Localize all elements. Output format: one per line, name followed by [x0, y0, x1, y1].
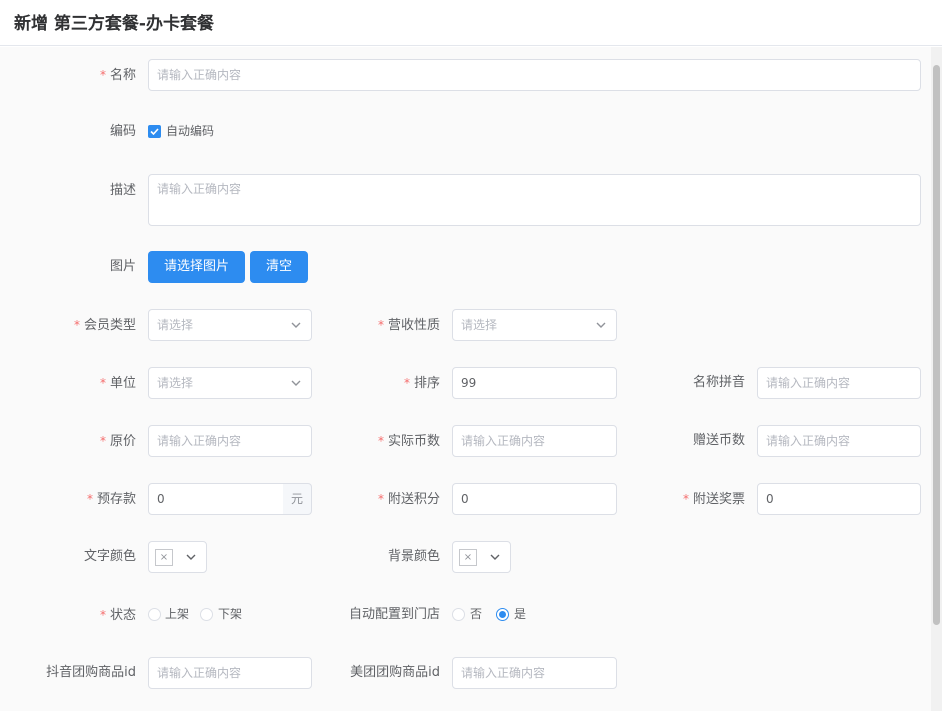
auto-config-label: 自动配置到门店 — [348, 607, 440, 622]
douyin-id-input[interactable] — [148, 657, 312, 689]
required-asterisk: * — [86, 492, 93, 506]
original-price-input[interactable] — [148, 425, 312, 457]
bonus-coins-input[interactable] — [757, 425, 921, 457]
required-asterisk: * — [99, 68, 106, 82]
required-asterisk: * — [377, 318, 384, 332]
name-input[interactable] — [148, 59, 921, 91]
auto-config-radio-yes[interactable] — [496, 608, 509, 621]
code-label: 编码 — [109, 124, 136, 139]
revenue-nature-placeholder: 请选择 — [461, 318, 498, 332]
status-option-on-shelf[interactable]: 上架 — [165, 607, 189, 621]
dialog-header: 新增 第三方套餐-办卡套餐 — [0, 0, 942, 46]
bonus-tickets-input[interactable] — [757, 483, 921, 515]
meituan-id-input[interactable] — [452, 657, 617, 689]
member-type-placeholder: 请选择 — [157, 318, 194, 332]
sort-input[interactable] — [452, 367, 617, 399]
bonus-points-input[interactable] — [452, 483, 617, 515]
bonus-coins-label: 赠送币数 — [692, 433, 745, 448]
text-color-label: 文字颜色 — [83, 549, 136, 564]
auto-code-label[interactable]: 自动编码 — [166, 124, 214, 138]
scrollbar-thumb[interactable] — [933, 65, 940, 625]
unit-select[interactable]: 请选择 — [148, 367, 312, 399]
status-radio-on-shelf[interactable] — [148, 608, 161, 621]
auto-config-option-yes[interactable]: 是 — [514, 607, 526, 621]
check-icon — [150, 128, 159, 136]
vertical-scrollbar[interactable] — [931, 47, 942, 711]
revenue-nature-select[interactable]: 请选择 — [452, 309, 617, 341]
required-asterisk: * — [99, 376, 106, 390]
required-asterisk: * — [377, 434, 384, 448]
description-label: 描述 — [109, 183, 136, 198]
unit-label: * 单位 — [99, 376, 136, 391]
clear-image-button[interactable]: 清空 — [250, 251, 308, 283]
required-asterisk: * — [73, 318, 80, 332]
sort-label: * 排序 — [403, 376, 440, 391]
chevron-down-icon — [490, 554, 500, 560]
actual-coins-input[interactable] — [452, 425, 617, 457]
required-asterisk: * — [99, 608, 106, 622]
status-option-off-shelf[interactable]: 下架 — [218, 607, 242, 621]
name-label: * 名称 — [99, 68, 136, 83]
auto-config-option-no[interactable]: 否 — [470, 607, 482, 621]
form-body: *名称 编码 自动编码 描述 图片 请选择图片 清空 *会员类型 请选择 *营收… — [0, 47, 931, 711]
meituan-id-label: 美团团购商品id — [350, 665, 440, 680]
image-label: 图片 — [109, 259, 136, 274]
status-label: * 状态 — [99, 608, 136, 623]
douyin-id-label: 抖音团购商品id — [46, 665, 136, 680]
required-asterisk: * — [99, 434, 106, 448]
chevron-down-icon — [291, 322, 301, 328]
empty-color-swatch: × — [459, 549, 477, 566]
select-image-button[interactable]: 请选择图片 — [148, 251, 245, 283]
original-price-label: * 原价 — [99, 434, 136, 449]
name-pinyin-input[interactable] — [757, 367, 921, 399]
deposit-unit: 元 — [283, 483, 312, 515]
auto-config-radio-no[interactable] — [452, 608, 465, 621]
actual-coins-label: * 实际币数 — [377, 434, 440, 449]
deposit-input[interactable] — [148, 483, 284, 515]
bonus-tickets-label: * 附送奖票 — [682, 492, 745, 507]
required-asterisk: * — [403, 376, 410, 390]
member-type-label: * 会员类型 — [73, 318, 136, 333]
status-radio-off-shelf[interactable] — [200, 608, 213, 621]
required-asterisk: * — [377, 492, 384, 506]
deposit-label: * 预存款 — [86, 492, 136, 507]
chevron-down-icon — [186, 554, 196, 560]
bg-color-label: 背景颜色 — [387, 549, 440, 564]
revenue-nature-label: * 营收性质 — [377, 318, 440, 333]
chevron-down-icon — [596, 322, 606, 328]
empty-color-swatch: × — [155, 549, 173, 566]
bg-color-picker[interactable]: × — [452, 541, 511, 573]
auto-code-checkbox[interactable] — [148, 125, 161, 138]
page-title: 新增 第三方套餐-办卡套餐 — [14, 14, 214, 34]
member-type-select[interactable]: 请选择 — [148, 309, 312, 341]
chevron-down-icon — [291, 380, 301, 386]
name-pinyin-label: 名称拼音 — [692, 375, 745, 390]
required-asterisk: * — [682, 492, 689, 506]
unit-placeholder: 请选择 — [157, 376, 194, 390]
description-textarea[interactable] — [148, 174, 921, 226]
bonus-points-label: * 附送积分 — [377, 492, 440, 507]
text-color-picker[interactable]: × — [148, 541, 207, 573]
